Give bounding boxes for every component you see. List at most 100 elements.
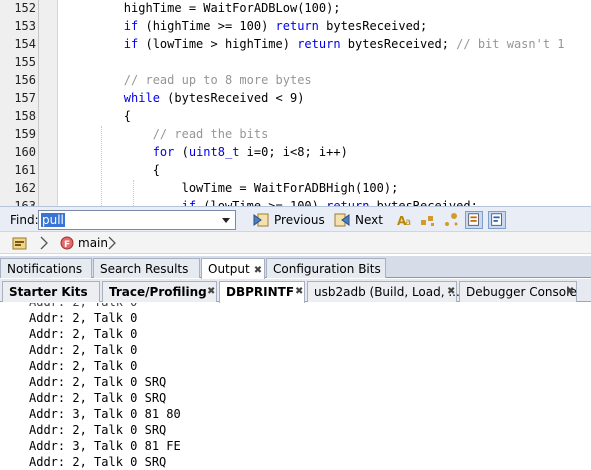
code-text: (: [174, 145, 189, 159]
code-keyword: return: [297, 37, 341, 51]
tab-notifications[interactable]: Notifications: [0, 258, 92, 278]
find-next-icon: [334, 213, 350, 227]
chevron-down-icon[interactable]: [219, 214, 233, 226]
code-text: {: [66, 163, 160, 177]
code-text: bytesReceived;: [318, 19, 428, 33]
output-tab-bar: Starter Kits Trace/Profiling ✖ DBPRINTF ✖ …: [0, 279, 591, 303]
code-keyword: if: [181, 199, 197, 206]
find-combobox[interactable]: pull: [38, 210, 236, 230]
close-icon[interactable]: ✖: [254, 265, 262, 276]
window-tab-bar: Notifications Search Results Output ✖ Con…: [0, 256, 591, 279]
tab-label: Configuration Bits: [273, 262, 381, 276]
code-line[interactable]: // read up to 8 more bytes: [66, 71, 312, 89]
console-line: Addr: 2, Talk 0: [29, 343, 138, 357]
line-number: 154: [14, 37, 36, 51]
chevron-right-icon: [108, 236, 116, 250]
tab-label: usb2adb (Build, Load, ...): [314, 285, 465, 299]
code-keyword: return: [326, 199, 370, 206]
code-text: (lowTime > highTime): [138, 37, 298, 51]
line-number: 158: [14, 109, 36, 123]
find-input[interactable]: pull: [41, 213, 65, 227]
code-line[interactable]: if (lowTime > highTime) return bytesRece…: [66, 35, 565, 53]
line-number: 153: [14, 19, 36, 33]
breadcrumb-main[interactable]: F main: [60, 234, 108, 252]
find-previous-button[interactable]: Previous: [252, 210, 325, 230]
code-line[interactable]: {: [66, 107, 131, 125]
console-line: Addr: 2, Talk 0 SRQ: [29, 423, 167, 437]
console-line: Addr: 2, Talk 0 SRQ: [29, 455, 167, 469]
line-number-gutter: 152 153 154 155 156 157 158 159 160 161 162 163: [0, 0, 58, 206]
tab-dbprintf[interactable]: DBPRINTF ✖: [219, 281, 305, 303]
code-text: bytesReceived;: [369, 199, 478, 206]
code-keyword: if: [123, 19, 139, 33]
code-text: highTime = WaitForADBLow(100);: [66, 1, 341, 15]
tab-configuration-bits[interactable]: Configuration Bits: [266, 258, 386, 278]
code-line[interactable]: if (highTime >= 100) return bytesReceive…: [66, 17, 427, 35]
output-console[interactable]: Addr: 2, Talk 0 Addr: 2, Talk 0 Addr: 2, …: [0, 303, 591, 470]
close-icon[interactable]: ✖: [447, 286, 455, 297]
find-bar: Find: pull Previous Next A a: [0, 206, 591, 232]
svg-text:F: F: [64, 240, 70, 250]
tab-trace-profiling[interactable]: Trace/Profiling ✖: [102, 281, 217, 302]
console-line: Addr: 2, Talk 0: [29, 311, 138, 325]
line-number: 157: [14, 91, 36, 105]
code-comment: // read up to 8 more bytes: [123, 73, 312, 87]
find-label: Find:: [10, 213, 39, 227]
code-line[interactable]: if (lowTime >= 100) return bytesReceived…: [66, 197, 478, 206]
tab-starter-kits[interactable]: Starter Kits: [2, 281, 100, 302]
code-line[interactable]: // read the bits: [66, 125, 269, 143]
code-line[interactable]: while (bytesReceived < 9): [66, 89, 305, 107]
find-next-label: Next: [355, 213, 383, 227]
code-text: (bytesReceived < 9): [159, 91, 305, 105]
tab-label: DBPRINTF: [226, 285, 295, 299]
code-line[interactable]: for (uint8_t i=0; i<8; i++): [66, 143, 348, 161]
code-text: {: [66, 109, 132, 123]
close-icon[interactable]: ✖: [566, 286, 574, 297]
code-line[interactable]: highTime = WaitForADBLow(100);: [66, 0, 341, 17]
line-number: 162: [14, 181, 36, 195]
code-keyword: return: [275, 19, 319, 33]
tab-usb2adb[interactable]: usb2adb (Build, Load, ...) ✖: [307, 281, 465, 302]
line-number: 152: [14, 1, 36, 15]
file-navigator-icon[interactable]: [12, 235, 28, 251]
console-line: Addr: 2, Talk 0: [29, 327, 138, 341]
tab-label: Notifications: [7, 262, 83, 276]
code-line[interactable]: lowTime = WaitForADBHigh(100);: [66, 179, 399, 197]
close-icon[interactable]: ✖: [207, 286, 215, 297]
code-text: lowTime = WaitForADBHigh(100);: [66, 181, 399, 195]
code-text: (highTime >= 100): [138, 19, 276, 33]
match-case-icon[interactable]: A a: [396, 211, 414, 229]
svg-text:a: a: [405, 217, 411, 228]
regex-icon[interactable]: [442, 211, 460, 229]
tab-label: Output: [208, 262, 250, 276]
code-keyword: for: [152, 145, 175, 159]
line-number: 156: [14, 73, 36, 87]
console-line: Addr: 2, Talk 0 SRQ: [29, 375, 167, 389]
breadcrumb-label: main: [78, 236, 108, 250]
fold-margin: [38, 0, 39, 206]
code-line[interactable]: {: [66, 161, 160, 179]
code-keyword: uint8_t: [188, 145, 240, 159]
code-text: (lowTime >= 100): [196, 199, 327, 206]
line-number: 161: [14, 163, 36, 177]
find-next-button[interactable]: Next: [333, 210, 383, 230]
wrap-around-icon[interactable]: [488, 211, 506, 229]
console-line-partial: Addr: 2, Talk 0: [29, 303, 137, 310]
tab-label: Starter Kits: [9, 285, 88, 299]
console-line: Addr: 3, Talk 0 81 FE: [29, 439, 181, 453]
tab-debugger-console[interactable]: Debugger Console ✖: [459, 281, 577, 302]
code-comment: // bit wasn't 1: [456, 37, 565, 51]
code-editor[interactable]: 152 153 154 155 156 157 158 159 160 161 162 163 hig…: [0, 0, 591, 206]
highlight-results-icon[interactable]: [465, 211, 483, 229]
whole-words-icon[interactable]: [419, 211, 437, 229]
tab-label: Trace/Profiling: [109, 285, 207, 299]
tab-search-results[interactable]: Search Results: [93, 258, 200, 278]
close-icon[interactable]: ✖: [295, 286, 303, 297]
console-line: Addr: 2, Talk 0: [29, 359, 138, 373]
code-keyword: while: [123, 91, 160, 105]
tab-output[interactable]: Output ✖: [201, 258, 265, 279]
